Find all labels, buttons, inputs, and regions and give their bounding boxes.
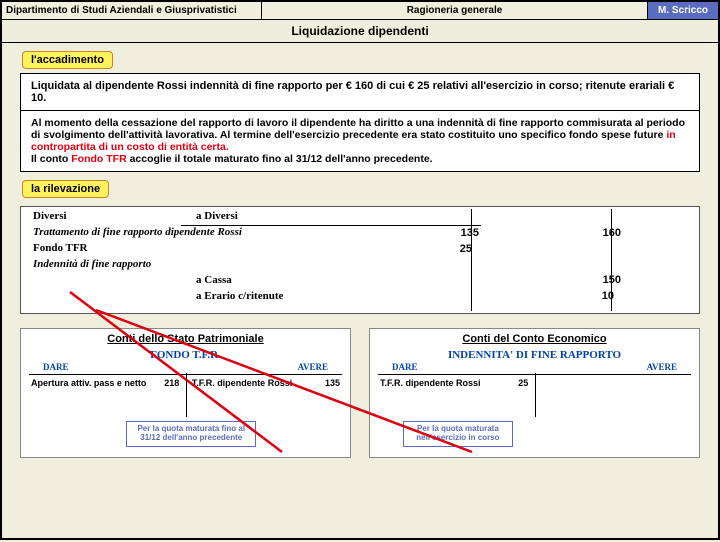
journal-entry: Diversi a Diversi Trattamento di fine ra… [20,206,700,314]
journal-amount: 150 [603,274,621,286]
journal-amount: 10 [602,290,614,302]
ledger-right-label: T.F.R. dipendente Rossi [192,378,293,388]
journal-header-diversi: Diversi [33,210,67,222]
journal-header-adiversi: a Diversi [196,210,238,222]
ledger-left-amt: 218 [164,378,179,388]
ledger-name: FONDO T.F.R. [25,349,346,361]
top-bar: Dipartimento di Studi Aziendali e Giuspr… [2,2,718,20]
page-title: Liquidazione dipendenti [2,20,718,43]
journal-amount: 25 [460,243,472,255]
panel-paragraph-2: Al momento della cessazione del rapporto… [21,111,699,171]
sp-title: Conti dello Stato Patrimoniale [25,333,346,345]
t-accounts: Conti dello Stato Patrimoniale FONDO T.F… [20,328,700,458]
course-label: Ragioneria generale [262,2,648,19]
sp-column: Conti dello Stato Patrimoniale FONDO T.F… [20,328,351,458]
journal-amount: 160 [603,227,621,239]
ledger-right-amt: 135 [325,378,340,388]
ledger2-left-label: T.F.R. dipendente Rossi [380,378,481,388]
journal-line-2: Fondo TFR [33,242,88,254]
ledger-name: INDENNITA' DI FINE RAPPORTO [374,349,695,361]
note-left: Per la quota maturata fino al 31/12 dell… [126,421,256,447]
chip-accadimento: l'accadimento [22,51,113,69]
ce-title: Conti del Conto Economico [374,333,695,345]
author-label: M. Scricco [648,2,718,19]
ledger-left-label: Apertura attiv. pass e netto [31,378,146,388]
text-panel: Liquidata al dipendente Rossi indennità … [20,73,700,172]
ledger2-left-amt: 25 [518,378,528,388]
journal-line-1: Trattamento di fine rapporto dipendente … [33,226,242,238]
journal-line-4: a Cassa [196,274,232,286]
note-right: Per la quota maturata nell'esercizio in … [403,421,513,447]
panel-paragraph-1: Liquidata al dipendente Rossi indennità … [21,74,699,111]
journal-line-5: a Erario c/ritenute [196,290,283,302]
dept-label: Dipartimento di Studi Aziendali e Giuspr… [2,2,262,19]
chip-rilevazione: la rilevazione [22,180,109,198]
journal-line-3: Indennità di fine rapporto [33,258,151,270]
journal-amount: 135 [461,227,479,239]
ce-column: Conti del Conto Economico INDENNITA' DI … [369,328,700,458]
